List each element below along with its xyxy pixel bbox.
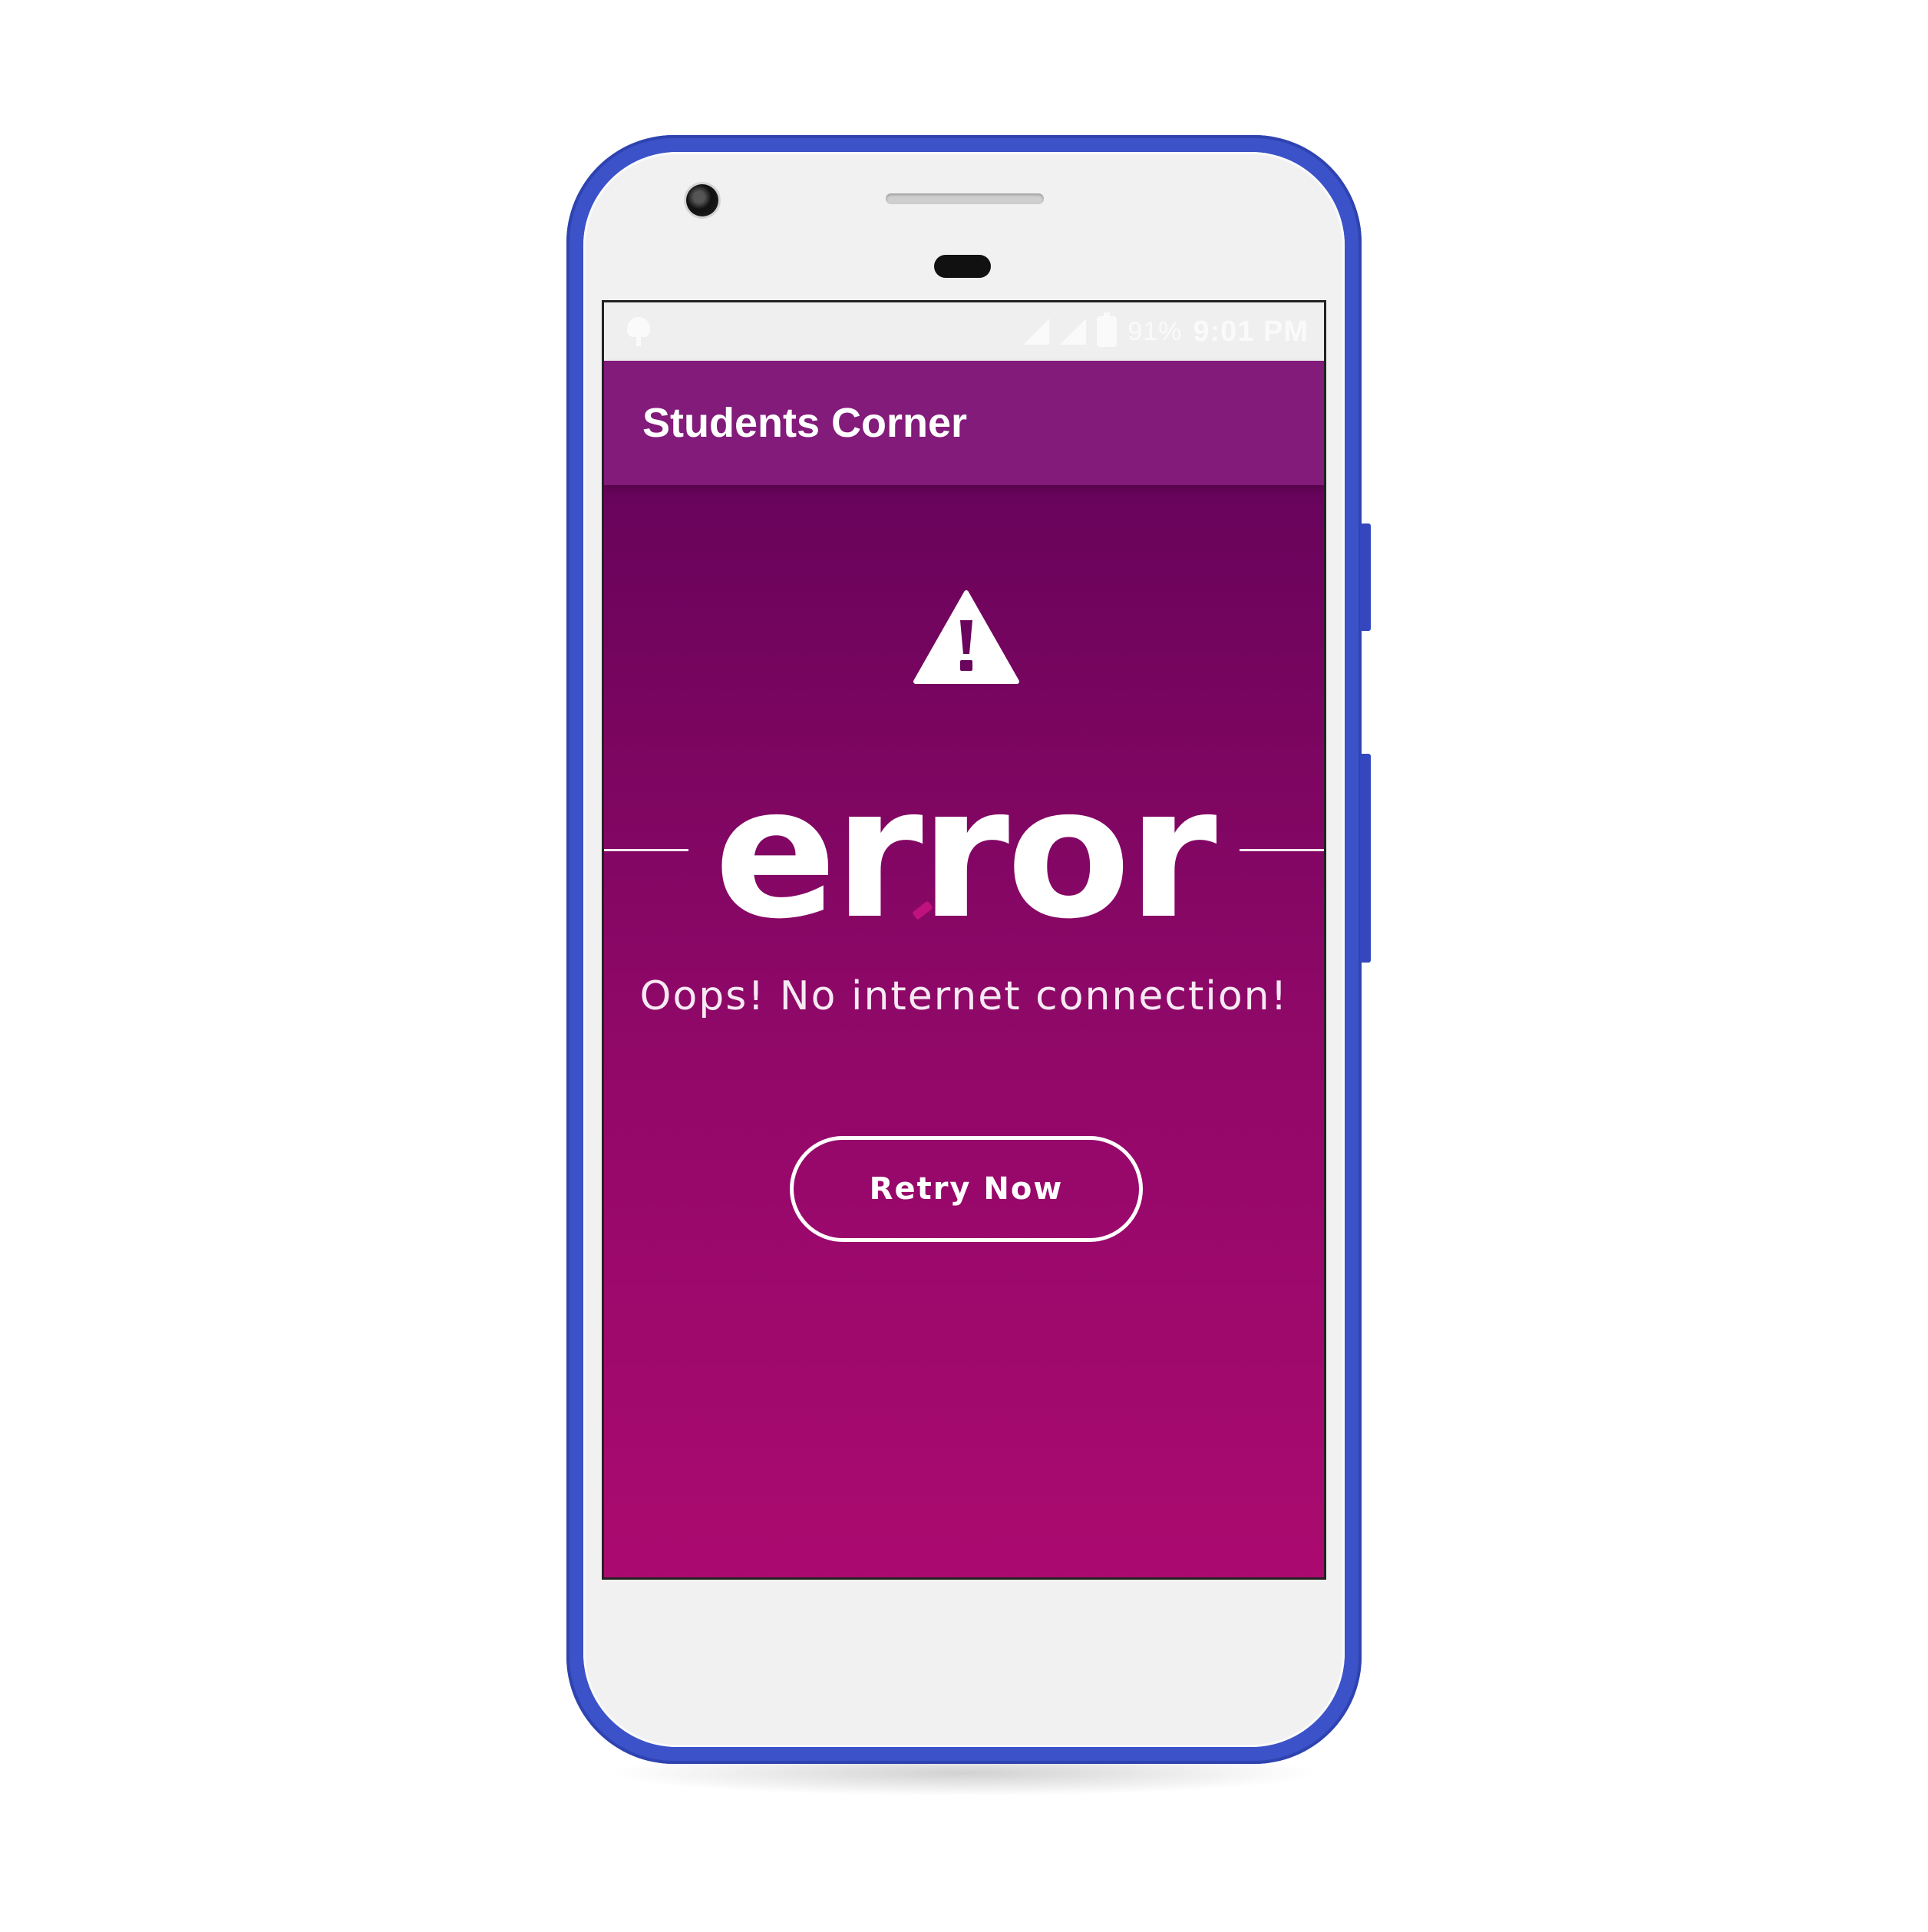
retry-now-button[interactable]: Retry Now — [790, 1136, 1143, 1242]
battery-charging-icon — [1097, 312, 1118, 347]
battery-percent: 91% — [1127, 316, 1183, 346]
status-bar: 91% 9:01 PM — [604, 302, 1324, 361]
warning-icon — [913, 590, 1019, 684]
power-button[interactable] — [1360, 523, 1371, 631]
error-message: Oops! No internet connection! — [639, 973, 1289, 1019]
signal-icon — [1060, 319, 1087, 345]
status-clock: 9:01 PM — [1193, 315, 1309, 348]
android-icon — [627, 317, 650, 346]
speaker-grille — [886, 193, 1044, 204]
phone-screen: 91% 9:01 PM Students Corner error Oops! … — [602, 300, 1326, 1580]
error-content: error Oops! No internet connection! Retr… — [604, 485, 1324, 1577]
earpiece — [934, 255, 991, 278]
status-indicators: 91% 9:01 PM — [1023, 312, 1309, 348]
error-heading: error — [714, 748, 1217, 959]
error-heading-row: error — [604, 761, 1324, 953]
retry-button-label: Retry Now — [869, 1171, 1064, 1207]
app-title: Students Corner — [642, 400, 968, 446]
volume-button[interactable] — [1360, 754, 1371, 963]
app-bar: Students Corner — [604, 361, 1324, 485]
mockup-stage: 91% 9:01 PM Students Corner error Oops! … — [0, 0, 1928, 1932]
signal-icon — [1023, 319, 1050, 345]
front-camera-icon — [686, 184, 718, 216]
